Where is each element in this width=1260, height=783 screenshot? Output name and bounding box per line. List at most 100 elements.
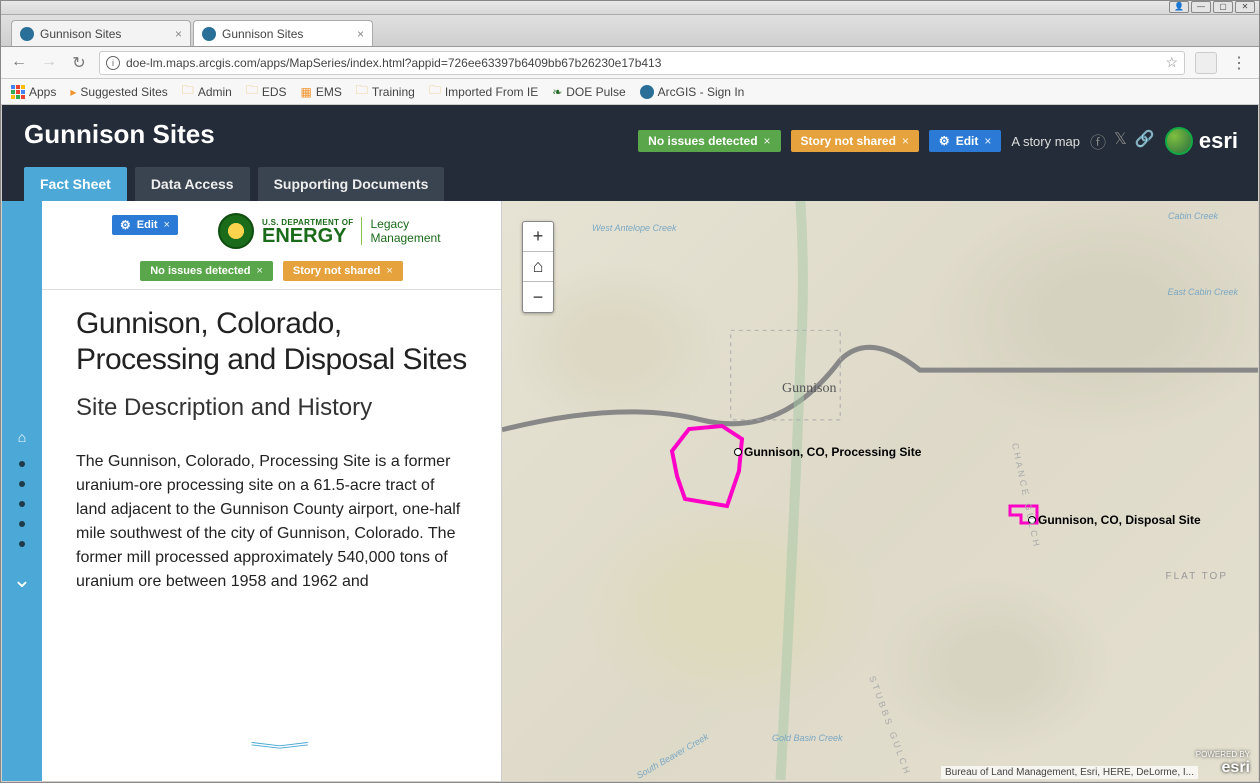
folder-icon: 🗀 (246, 81, 258, 102)
close-icon[interactable]: × (386, 265, 392, 277)
nav-dot[interactable] (19, 521, 25, 527)
app-title: Gunnison Sites (24, 119, 215, 150)
tab-title: Gunnison Sites (40, 27, 121, 41)
doe-seal-icon (218, 213, 254, 249)
apps-icon (11, 85, 25, 99)
app-tabs: Fact Sheet Data Access Supporting Docume… (24, 167, 444, 201)
tab-supporting-documents[interactable]: Supporting Documents (258, 167, 445, 201)
minimize-button[interactable]: — (1191, 1, 1211, 13)
bookmark-item[interactable]: 🗀Admin (182, 81, 232, 102)
browser-tab[interactable]: Gunnison Sites × (193, 20, 373, 46)
bookmark-item[interactable]: ❧DOE Pulse (552, 85, 625, 99)
creek-label: Cabin Creek (1168, 211, 1218, 221)
favicon-icon (202, 27, 216, 41)
nav-dot[interactable] (19, 541, 25, 547)
chevron-down-icon[interactable]: ⌄ (13, 567, 31, 593)
site-info-icon[interactable]: i (106, 56, 120, 70)
os-title-bar: 👤 — ▢ ✕ (1, 1, 1259, 15)
folder-icon: 🗀 (182, 81, 194, 102)
browser-tab[interactable]: Gunnison Sites × (11, 20, 191, 46)
bookmark-item[interactable]: 🗀Imported From IE (429, 81, 538, 102)
grid-icon: ▦ (301, 85, 312, 99)
zoom-home-button[interactable]: ⌂ (523, 252, 553, 282)
close-window-button[interactable]: ✕ (1235, 1, 1255, 13)
issues-pill[interactable]: No issues detected× (638, 130, 780, 152)
content-panel: ⚙Edit× U.S. DEPARTMENT OF ENERGY LegacyM… (42, 201, 502, 781)
browser-toolbar: ← → ↻ i doe-lm.maps.arcgis.com/apps/MapS… (1, 47, 1259, 79)
leaf-icon: ❧ (552, 85, 562, 99)
site-label-processing[interactable]: Gunnison, CO, Processing Site (734, 445, 921, 459)
bookmark-star-icon[interactable]: ☆ (1165, 54, 1178, 71)
tab-close-icon[interactable]: × (357, 27, 364, 41)
tab-data-access[interactable]: Data Access (135, 167, 250, 201)
tab-title: Gunnison Sites (222, 27, 303, 41)
city-label: Gunnison (782, 381, 836, 397)
maximize-button[interactable]: ▢ (1213, 1, 1233, 13)
legacy-management-label: LegacyManagement (361, 217, 440, 245)
panel-issues-pill[interactable]: No issues detected× (140, 261, 273, 281)
social-icons: ⓕ 𝕏 🔗 (1090, 129, 1155, 153)
panel-edit-button[interactable]: ⚙Edit× (112, 215, 178, 235)
bookmark-item[interactable]: ArcGIS - Sign In (640, 85, 745, 99)
bookmark-apps[interactable]: Apps (11, 85, 56, 99)
share-pill[interactable]: Story not shared× (791, 130, 919, 152)
map-view[interactable]: + ⌂ − Gunnison Gunnison, CO, Processing … (502, 201, 1258, 781)
esri-logo[interactable]: esri (1165, 127, 1238, 155)
folder-icon: 🗀 (429, 81, 441, 102)
zoom-in-button[interactable]: + (523, 222, 553, 252)
url-text: doe-lm.maps.arcgis.com/apps/MapSeries/in… (126, 56, 661, 70)
close-icon[interactable]: × (164, 219, 170, 231)
side-rail: ⌂ ⌄ (2, 201, 42, 781)
facebook-icon[interactable]: ⓕ (1090, 129, 1106, 153)
creek-label: West Antelope Creek (592, 223, 677, 233)
bookmarks-bar: Apps ▸Suggested Sites 🗀Admin 🗀EDS ▦EMS 🗀… (1, 79, 1259, 105)
close-icon[interactable]: × (984, 134, 991, 148)
creek-label: East Cabin Creek (1167, 287, 1238, 297)
site-label-disposal[interactable]: Gunnison, CO, Disposal Site (1028, 513, 1201, 527)
home-icon[interactable]: ⌂ (18, 429, 26, 445)
doe-logo: U.S. DEPARTMENT OF ENERGY LegacyManageme… (218, 213, 485, 249)
back-button[interactable]: ← (9, 53, 29, 73)
close-icon[interactable]: × (764, 134, 771, 148)
favicon-icon (20, 27, 34, 41)
article-body: The Gunnison, Colorado, Processing Site … (76, 450, 467, 594)
content-fade: ︾ (42, 711, 501, 781)
bookmark-item[interactable]: 🗀Training (356, 81, 415, 102)
bookmark-item[interactable]: 🗀EDS (246, 81, 287, 102)
twitter-icon[interactable]: 𝕏 (1114, 129, 1127, 153)
edit-button[interactable]: ⚙Edit× (929, 130, 1001, 152)
terrain-label: FLAT TOP (1166, 571, 1229, 582)
browser-menu-button[interactable]: ⋮ (1227, 53, 1251, 73)
reload-button[interactable]: ↻ (69, 53, 89, 73)
article-heading: Gunnison, Colorado, Processing and Dispo… (76, 306, 467, 378)
globe-icon (1165, 127, 1193, 155)
user-icon[interactable]: 👤 (1169, 1, 1189, 13)
globe-icon (640, 85, 654, 99)
processing-site-boundary[interactable] (667, 421, 767, 516)
gear-icon: ⚙ (939, 134, 950, 148)
close-icon[interactable]: × (256, 265, 262, 277)
gear-icon: ⚙ (120, 218, 131, 232)
panel-share-pill[interactable]: Story not shared× (283, 261, 403, 281)
scroll-down-icon[interactable]: ︾ (249, 738, 293, 760)
address-bar[interactable]: i doe-lm.maps.arcgis.com/apps/MapSeries/… (99, 51, 1185, 75)
article-content[interactable]: Gunnison, Colorado, Processing and Dispo… (42, 290, 501, 781)
map-attribution: Bureau of Land Management, Esri, HERE, D… (941, 766, 1198, 779)
folder-icon: ▸ (70, 85, 76, 99)
tab-fact-sheet[interactable]: Fact Sheet (24, 167, 127, 201)
tab-close-icon[interactable]: × (175, 27, 182, 41)
extension-button[interactable] (1195, 52, 1217, 74)
browser-tab-bar: Gunnison Sites × Gunnison Sites × (1, 15, 1259, 47)
story-map-label: A story map (1011, 134, 1080, 149)
zoom-controls: + ⌂ − (522, 221, 554, 313)
forward-button[interactable]: → (39, 53, 59, 73)
bookmark-item[interactable]: ▸Suggested Sites (70, 85, 167, 99)
close-icon[interactable]: × (902, 134, 909, 148)
folder-icon: 🗀 (356, 81, 368, 102)
zoom-out-button[interactable]: − (523, 282, 553, 312)
nav-dot[interactable] (19, 461, 25, 467)
nav-dot[interactable] (19, 481, 25, 487)
link-icon[interactable]: 🔗 (1135, 129, 1155, 153)
nav-dot[interactable] (19, 501, 25, 507)
bookmark-item[interactable]: ▦EMS (301, 85, 342, 99)
